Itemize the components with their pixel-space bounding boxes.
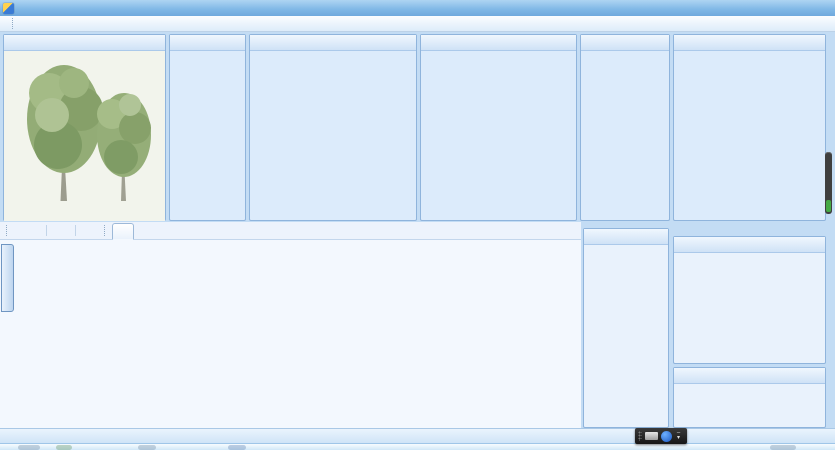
menu-bar: [0, 16, 835, 32]
comm-status-led-icon: [736, 391, 748, 403]
slider-fill: [826, 200, 831, 212]
panel-rain: [580, 34, 670, 221]
toolbar-separator: [75, 225, 76, 236]
taskbar-icon-blob: [228, 445, 246, 450]
device-status-led-icon: [736, 413, 748, 425]
sensor-row: [674, 295, 825, 314]
chevron-down-icon[interactable]: –▾: [675, 431, 682, 441]
collapsed-side-tab[interactable]: [1, 244, 14, 312]
panel-road-sensors: [673, 236, 826, 364]
panel-temperature: [169, 34, 246, 221]
tree-large: [27, 65, 103, 201]
panel-visibility: [3, 34, 166, 221]
sensor-row: [674, 276, 825, 295]
app-window: –▾: [0, 0, 835, 450]
panel-weather-phenomena: [583, 228, 669, 428]
tab-export-image[interactable]: [112, 223, 134, 240]
panel-road-header: [674, 237, 825, 253]
app-icon: [3, 3, 14, 14]
panel-status-header: [674, 368, 825, 384]
weather-panel-body: [584, 245, 668, 428]
taskbar-icon-blob: [138, 445, 156, 450]
trees-image: [4, 51, 165, 221]
chart-plot[interactable]: [0, 240, 581, 429]
sensor-row: [674, 314, 825, 333]
panel-humidity-header: [250, 35, 416, 51]
sensor-row: [674, 257, 825, 276]
menu-grip: [12, 18, 16, 29]
panel-temperature-header: [170, 35, 245, 51]
taskbar-icon-blob: [770, 445, 796, 450]
panel-weather-header: [584, 229, 668, 245]
status-row: [674, 408, 825, 430]
status-row: [674, 386, 825, 408]
wind-gauge: [674, 51, 825, 221]
folder-icon[interactable]: [645, 432, 658, 440]
humidity-gauge: [250, 51, 416, 221]
panel-status: [673, 367, 826, 428]
tray-grip[interactable]: [638, 431, 642, 441]
tree-small: [97, 93, 151, 201]
panel-pressure: [420, 34, 577, 221]
panel-humidity: [249, 34, 417, 221]
taskbar-edge: [0, 443, 835, 450]
panel-visibility-header: [4, 35, 165, 51]
help-icon[interactable]: [661, 431, 672, 442]
right-edge-slider[interactable]: [825, 152, 832, 214]
panel-wind: [673, 34, 826, 221]
rain-scale-gauge: [581, 51, 669, 221]
pressure-gauge: [421, 51, 576, 221]
window-titlebar[interactable]: [0, 0, 835, 17]
chart-toolbar: [0, 222, 581, 239]
toolbar-grip: [104, 225, 108, 236]
toolbar-grip: [6, 225, 10, 236]
sensor-row: [674, 333, 825, 352]
visibility-chart: [0, 239, 581, 428]
panel-wind-header: [674, 35, 825, 51]
visibility-image: [4, 51, 165, 221]
toolbar-separator: [46, 225, 47, 236]
thermometer-gauge: [170, 51, 245, 221]
floating-tray-toolbar: –▾: [635, 428, 687, 444]
panel-pressure-header: [421, 35, 576, 51]
taskbar-icon-blob: [56, 445, 72, 450]
panel-rain-header: [581, 35, 669, 51]
taskbar-icon-blob: [18, 445, 40, 450]
status-bar: [0, 428, 835, 443]
